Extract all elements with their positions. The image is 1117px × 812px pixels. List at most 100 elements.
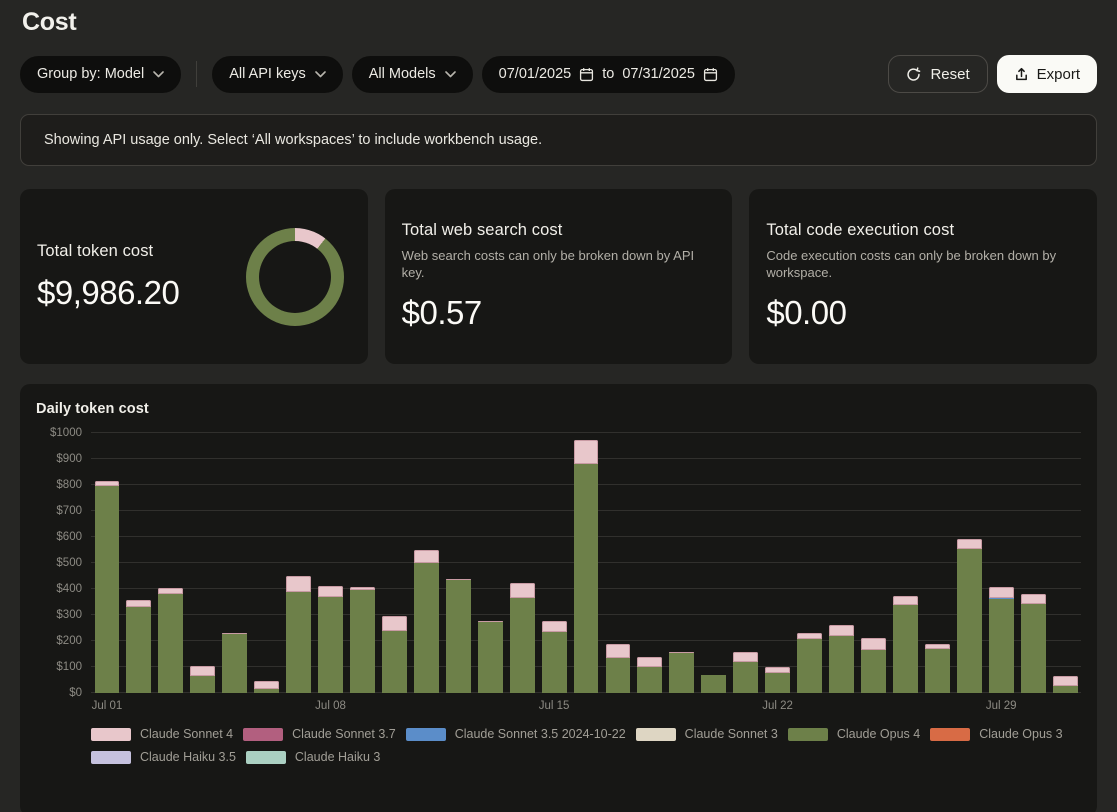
bar-jul-12[interactable] <box>442 433 474 693</box>
code-execution-cost-value: $0.00 <box>766 294 1080 332</box>
bar-segment-claude-sonnet-4 <box>989 587 1014 597</box>
bar-segment-claude-sonnet-4 <box>542 621 567 632</box>
bar-jul-25[interactable] <box>858 433 890 693</box>
bar-segment-claude-opus-4 <box>1053 686 1078 693</box>
bar-jul-02[interactable] <box>123 433 155 693</box>
legend-item-claude-opus-3: Claude Opus 3 <box>930 727 1062 741</box>
calendar-icon[interactable] <box>703 67 718 82</box>
calendar-icon[interactable] <box>579 67 594 82</box>
bar-jul-27[interactable] <box>921 433 953 693</box>
bar-segment-claude-sonnet-4 <box>254 681 279 689</box>
y-tick-label: $500 <box>56 557 82 569</box>
bar-jul-11[interactable] <box>410 433 442 693</box>
chevron-down-icon <box>445 71 456 78</box>
bar-jul-07[interactable] <box>283 433 315 693</box>
legend-label: Claude Sonnet 3 <box>685 727 778 741</box>
bar-segment-claude-opus-4 <box>893 605 918 693</box>
bar-segment-claude-opus-4 <box>989 599 1014 693</box>
bar-jul-16[interactable] <box>570 433 602 693</box>
y-tick-label: $300 <box>56 609 82 621</box>
cost-page: Cost Group by: Model All API keys All Mo… <box>0 0 1117 812</box>
bar-jul-19[interactable] <box>666 433 698 693</box>
total-token-cost-text: Total token cost $9,986.20 <box>37 242 179 312</box>
legend-swatch <box>91 728 131 741</box>
bar-jul-23[interactable] <box>794 433 826 693</box>
date-start-input[interactable]: 07/01/2025 <box>499 66 572 82</box>
bar-jul-31[interactable] <box>1049 433 1081 693</box>
bar-jul-10[interactable] <box>378 433 410 693</box>
bar-segment-claude-opus-4 <box>478 622 503 693</box>
bar-jul-13[interactable] <box>474 433 506 693</box>
bar-jul-26[interactable] <box>889 433 921 693</box>
legend-swatch <box>930 728 970 741</box>
bar-jul-28[interactable] <box>953 433 985 693</box>
plot-area <box>91 433 1081 693</box>
total-token-cost-title: Total token cost <box>37 242 179 261</box>
export-button[interactable]: Export <box>997 55 1097 93</box>
x-tick-label: Jul 08 <box>315 700 346 712</box>
token-cost-donut-chart[interactable] <box>246 228 344 326</box>
y-axis: $0$100$200$300$400$500$600$700$800$900$1… <box>36 433 91 693</box>
bar-segment-claude-opus-4 <box>861 650 886 693</box>
bar-segment-claude-opus-4 <box>350 590 375 693</box>
bar-jul-09[interactable] <box>347 433 379 693</box>
reset-button[interactable]: Reset <box>888 55 987 93</box>
bar-jul-17[interactable] <box>602 433 634 693</box>
date-end-input[interactable]: 07/31/2025 <box>622 66 695 82</box>
bar-segment-claude-sonnet-4 <box>126 600 151 607</box>
bar-jul-24[interactable] <box>826 433 858 693</box>
bar-jul-22[interactable] <box>762 433 794 693</box>
total-token-cost-value: $9,986.20 <box>37 274 179 312</box>
bar-segment-claude-sonnet-4 <box>414 550 439 563</box>
bar-jul-15[interactable] <box>538 433 570 693</box>
x-tick-label: Jul 15 <box>539 700 570 712</box>
bar-jul-05[interactable] <box>219 433 251 693</box>
bar-segment-claude-opus-4 <box>510 598 535 693</box>
bar-segment-claude-opus-4 <box>701 675 726 693</box>
bar-segment-claude-opus-4 <box>222 634 247 693</box>
bar-jul-04[interactable] <box>187 433 219 693</box>
code-execution-cost-description: Code execution costs can only be broken … <box>766 248 1066 282</box>
x-axis: Jul 01Jul 08Jul 15Jul 22Jul 29 <box>91 693 1081 717</box>
y-tick-label: $100 <box>56 661 82 673</box>
y-tick-label: $600 <box>56 531 82 543</box>
bar-jul-29[interactable] <box>985 433 1017 693</box>
bar-segment-claude-opus-4 <box>925 649 950 693</box>
daily-token-cost-chart: $0$100$200$300$400$500$600$700$800$900$1… <box>36 433 1081 693</box>
bar-jul-20[interactable] <box>698 433 730 693</box>
y-tick-label: $1000 <box>50 427 82 439</box>
date-range-picker[interactable]: 07/01/2025 to 07/31/2025 <box>482 56 735 93</box>
group-by-dropdown[interactable]: Group by: Model <box>20 56 181 93</box>
bar-jul-18[interactable] <box>634 433 666 693</box>
bar-segment-claude-sonnet-4 <box>510 583 535 598</box>
bar-segment-claude-opus-4 <box>158 594 183 693</box>
y-tick-label: $400 <box>56 583 82 595</box>
bar-segment-claude-sonnet-4 <box>574 440 599 464</box>
legend-item-claude-haiku-3-5: Claude Haiku 3.5 <box>91 750 236 764</box>
reset-button-label: Reset <box>930 66 969 83</box>
bar-jul-08[interactable] <box>315 433 347 693</box>
bar-jul-14[interactable] <box>506 433 538 693</box>
legend-swatch <box>246 751 286 764</box>
bar-segment-claude-opus-4 <box>669 653 694 693</box>
models-dropdown[interactable]: All Models <box>352 56 473 93</box>
web-search-cost-description: Web search costs can only be broken down… <box>402 248 702 282</box>
chevron-down-icon <box>153 71 164 78</box>
code-execution-cost-title: Total code execution cost <box>766 221 1080 240</box>
legend-swatch <box>91 751 131 764</box>
bar-segment-claude-opus-4 <box>797 639 822 693</box>
bar-segment-claude-opus-4 <box>637 667 662 693</box>
y-tick-label: $200 <box>56 635 82 647</box>
bar-segment-claude-sonnet-4 <box>190 666 215 676</box>
bar-segment-claude-sonnet-4 <box>829 625 854 636</box>
bar-jul-01[interactable] <box>91 433 123 693</box>
bar-jul-06[interactable] <box>251 433 283 693</box>
bar-segment-claude-sonnet-4 <box>637 657 662 667</box>
bar-jul-30[interactable] <box>1017 433 1049 693</box>
chart-legend: Claude Sonnet 4Claude Sonnet 3.7Claude S… <box>91 727 1081 764</box>
api-keys-dropdown[interactable]: All API keys <box>212 56 343 93</box>
bar-jul-21[interactable] <box>730 433 762 693</box>
bar-jul-03[interactable] <box>155 433 187 693</box>
legend-item-claude-haiku-3: Claude Haiku 3 <box>246 750 380 764</box>
bar-segment-claude-sonnet-4 <box>318 586 343 597</box>
